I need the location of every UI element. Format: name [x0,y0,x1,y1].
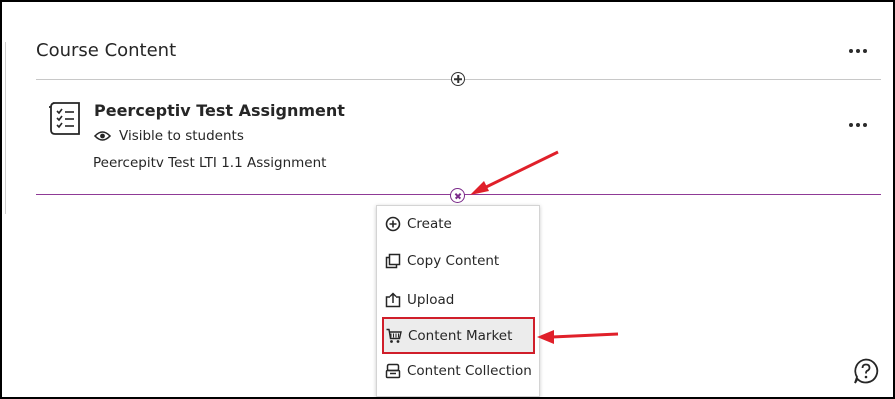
add-content-menu: Create Copy Content Upload Content Marke… [376,205,540,397]
assignment-more-options-button[interactable] [849,123,867,127]
assignment-description: Peercepitv Test LTI 1.1 Assignment [93,155,327,171]
menu-item-label: Upload [407,292,455,308]
menu-item-content-market[interactable]: Content Market [382,317,535,354]
help-icon[interactable] [852,357,880,385]
eye-icon [94,131,111,141]
menu-item-create[interactable]: Create [383,207,533,241]
database-icon [385,363,401,379]
cart-icon [386,328,402,343]
section-more-options-button[interactable] [849,49,867,53]
menu-item-label: Copy Content [407,253,500,269]
plus-circle-icon [385,216,401,232]
visibility-toggle[interactable]: Visible to students [94,128,244,144]
copy-icon [385,253,401,269]
upload-icon [385,292,401,308]
menu-item-label: Content Collection [407,363,532,379]
add-content-button-top[interactable] [451,72,465,86]
close-add-menu-icon[interactable] [450,188,465,203]
menu-item-label: Create [407,216,452,232]
menu-item-label: Content Market [408,327,513,344]
assignment-icon [49,102,80,135]
menu-item-copy-content[interactable]: Copy Content [383,244,533,278]
visibility-label: Visible to students [119,128,244,144]
menu-item-upload[interactable]: Upload [383,283,533,317]
left-divider [5,42,6,214]
assignment-title-link[interactable]: Peerceptiv Test Assignment [94,101,345,120]
section-title: Course Content [36,40,177,61]
menu-item-content-collection[interactable]: Content Collection [383,354,533,388]
